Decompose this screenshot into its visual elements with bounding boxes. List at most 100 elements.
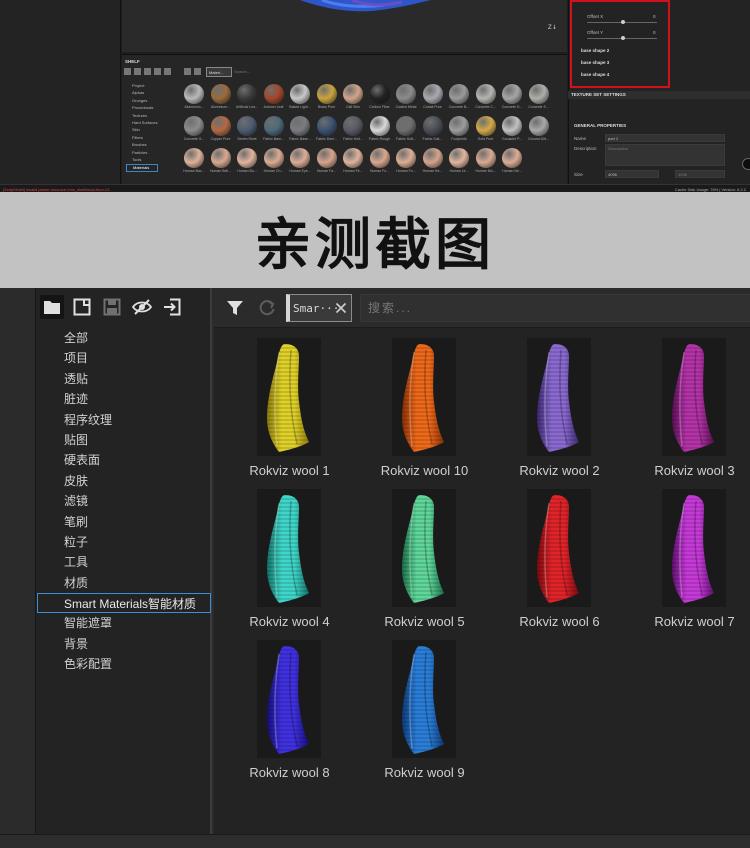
size-select-2[interactable]: 4096: [675, 170, 725, 178]
mini-material-tile[interactable]: Human He...: [420, 147, 447, 177]
mini-material-tile[interactable]: Fabric Rough: [367, 115, 394, 145]
mini-new-icon[interactable]: [134, 68, 141, 75]
mini-material-tile[interactable]: Carbon Fiber: [367, 83, 394, 113]
filter-icon[interactable]: [223, 296, 247, 320]
search-input[interactable]: [368, 295, 750, 321]
mini-material-tile[interactable]: Human Eye...: [287, 147, 314, 177]
mini-category-item[interactable]: Hard Surfaces: [126, 120, 158, 127]
mini-material-tile[interactable]: Human Bac...: [181, 147, 208, 177]
mini-material-tile[interactable]: Fabric Bam...: [261, 115, 288, 145]
mini-material-tile[interactable]: Concrete B...: [446, 83, 473, 113]
description-field[interactable]: Description: [605, 144, 725, 166]
category-item[interactable]: 项目: [36, 348, 212, 368]
mini-category-item[interactable]: Brushes: [126, 142, 158, 149]
mini-category-item[interactable]: Alphas: [126, 90, 158, 97]
mini-filter-icon[interactable]: [184, 68, 191, 75]
mini-material-tile[interactable]: Footprints: [446, 115, 473, 145]
mini-material-tile[interactable]: Coated Metal: [393, 83, 420, 113]
material-tile[interactable]: Rokviz wool 5: [357, 487, 492, 638]
mini-material-tile[interactable]: Human Mo...: [473, 147, 500, 177]
category-item[interactable]: Smart Materials智能材质: [37, 593, 211, 614]
category-item[interactable]: 笔刷: [36, 512, 212, 532]
category-item[interactable]: 智能遮罩: [36, 613, 212, 633]
mini-hide-icon[interactable]: [154, 68, 161, 75]
close-icon[interactable]: [333, 300, 349, 316]
collapse-button[interactable]: [742, 158, 750, 170]
name-field[interactable]: part 2: [605, 134, 725, 142]
material-tile[interactable]: Rokviz wool 2: [492, 336, 627, 487]
mini-category-item[interactable]: Particles: [126, 150, 158, 157]
mini-category-item[interactable]: Textures: [126, 113, 158, 120]
mini-material-tile[interactable]: Fabric Base...: [287, 115, 314, 145]
viewport[interactable]: z↓: [122, 0, 567, 52]
mini-material-tile[interactable]: Fabric Suit...: [420, 115, 447, 145]
folder-icon[interactable]: [40, 295, 64, 319]
category-item[interactable]: 背景: [36, 634, 212, 654]
material-tile[interactable]: Rokviz wool 4: [222, 487, 357, 638]
mini-material-tile[interactable]: Human Fa...: [314, 147, 341, 177]
mini-material-tile[interactable]: Aluminium...: [208, 83, 235, 113]
material-tile[interactable]: Rokviz wool 8: [222, 638, 357, 789]
category-item[interactable]: 脏迹: [36, 389, 212, 409]
mini-category-item[interactable]: Skin: [126, 127, 158, 134]
mini-material-tile[interactable]: Denim Rivet: [234, 115, 261, 145]
mini-category-item[interactable]: Project: [126, 83, 158, 90]
mini-material-tile[interactable]: Concrete D...: [499, 83, 526, 113]
mini-folder-icon[interactable]: [124, 68, 131, 75]
import-icon[interactable]: [160, 295, 184, 319]
mini-material-tile[interactable]: Human Ne...: [499, 147, 526, 177]
category-item[interactable]: 透贴: [36, 369, 212, 389]
mini-material-tile[interactable]: Concrete C...: [473, 83, 500, 113]
category-item[interactable]: 材质: [36, 573, 212, 593]
filter-chip[interactable]: Smar···: [286, 294, 352, 322]
reset-icon[interactable]: [255, 296, 279, 320]
mini-material-tile[interactable]: Human Fo...: [367, 147, 394, 177]
material-tile[interactable]: Rokviz wool 1: [222, 336, 357, 487]
material-tile[interactable]: Rokviz wool 3: [627, 336, 750, 487]
hide-icon[interactable]: [130, 295, 154, 319]
mini-material-tile[interactable]: Human Le...: [446, 147, 473, 177]
mini-material-tile[interactable]: Copper Pure: [208, 115, 235, 145]
size-select[interactable]: 4096: [605, 170, 659, 178]
mini-save-icon[interactable]: [144, 68, 151, 75]
mini-shelf-search[interactable]: Search...: [234, 69, 250, 74]
category-item[interactable]: 皮肤: [36, 471, 212, 491]
category-item[interactable]: 色彩配置: [36, 654, 212, 674]
mini-material-tile[interactable]: Human Fe...: [340, 147, 367, 177]
mini-material-tile[interactable]: Human Fo...: [393, 147, 420, 177]
category-item[interactable]: 工具: [36, 552, 212, 572]
mini-material-tile[interactable]: Autumn Leaf: [261, 83, 288, 113]
mini-category-item[interactable]: Materials: [126, 164, 158, 172]
material-tile[interactable]: Rokviz wool 6: [492, 487, 627, 638]
mini-category-item[interactable]: Procedurals: [126, 105, 158, 112]
mini-material-tile[interactable]: Fabric Deni...: [314, 115, 341, 145]
mini-material-tile[interactable]: Human Ch...: [261, 147, 288, 177]
mini-import-icon[interactable]: [164, 68, 171, 75]
category-item[interactable]: 程序纹理: [36, 410, 212, 430]
mini-material-tile[interactable]: Baked Light...: [287, 83, 314, 113]
mini-material-tile[interactable]: Calf Skin: [340, 83, 367, 113]
save-icon[interactable]: [100, 295, 124, 319]
mini-material-tile[interactable]: Cobalt Pure: [420, 83, 447, 113]
material-tile[interactable]: Rokviz wool 10: [357, 336, 492, 487]
category-item[interactable]: 硬表面: [36, 450, 212, 470]
material-tile[interactable]: Rokviz wool 7: [627, 487, 750, 638]
mini-material-tile[interactable]: Human Bu...: [234, 147, 261, 177]
mini-material-tile[interactable]: Brass Pure: [314, 83, 341, 113]
mini-material-tile[interactable]: Gold Pure: [473, 115, 500, 145]
category-item[interactable]: 全部: [36, 328, 212, 348]
category-item[interactable]: 贴图: [36, 430, 212, 450]
mini-category-item[interactable]: Grunges: [126, 98, 158, 105]
mini-material-tile[interactable]: Ground Dirt...: [526, 115, 553, 145]
mini-material-tile[interactable]: Concrete S...: [526, 83, 553, 113]
category-item[interactable]: 滤镜: [36, 491, 212, 511]
mini-material-tile[interactable]: Gouache P...: [499, 115, 526, 145]
mini-shelf-tab[interactable]: Materi...: [206, 67, 232, 77]
material-tile[interactable]: Rokviz wool 9: [357, 638, 492, 789]
mini-reset-icon[interactable]: [194, 68, 201, 75]
mini-material-tile[interactable]: Aluminium...: [181, 83, 208, 113]
mini-material-tile[interactable]: Fabric Knit...: [340, 115, 367, 145]
new-resource-icon[interactable]: [70, 295, 94, 319]
mini-material-tile[interactable]: Artificial Lea...: [234, 83, 261, 113]
mini-category-item[interactable]: Filters: [126, 135, 158, 142]
